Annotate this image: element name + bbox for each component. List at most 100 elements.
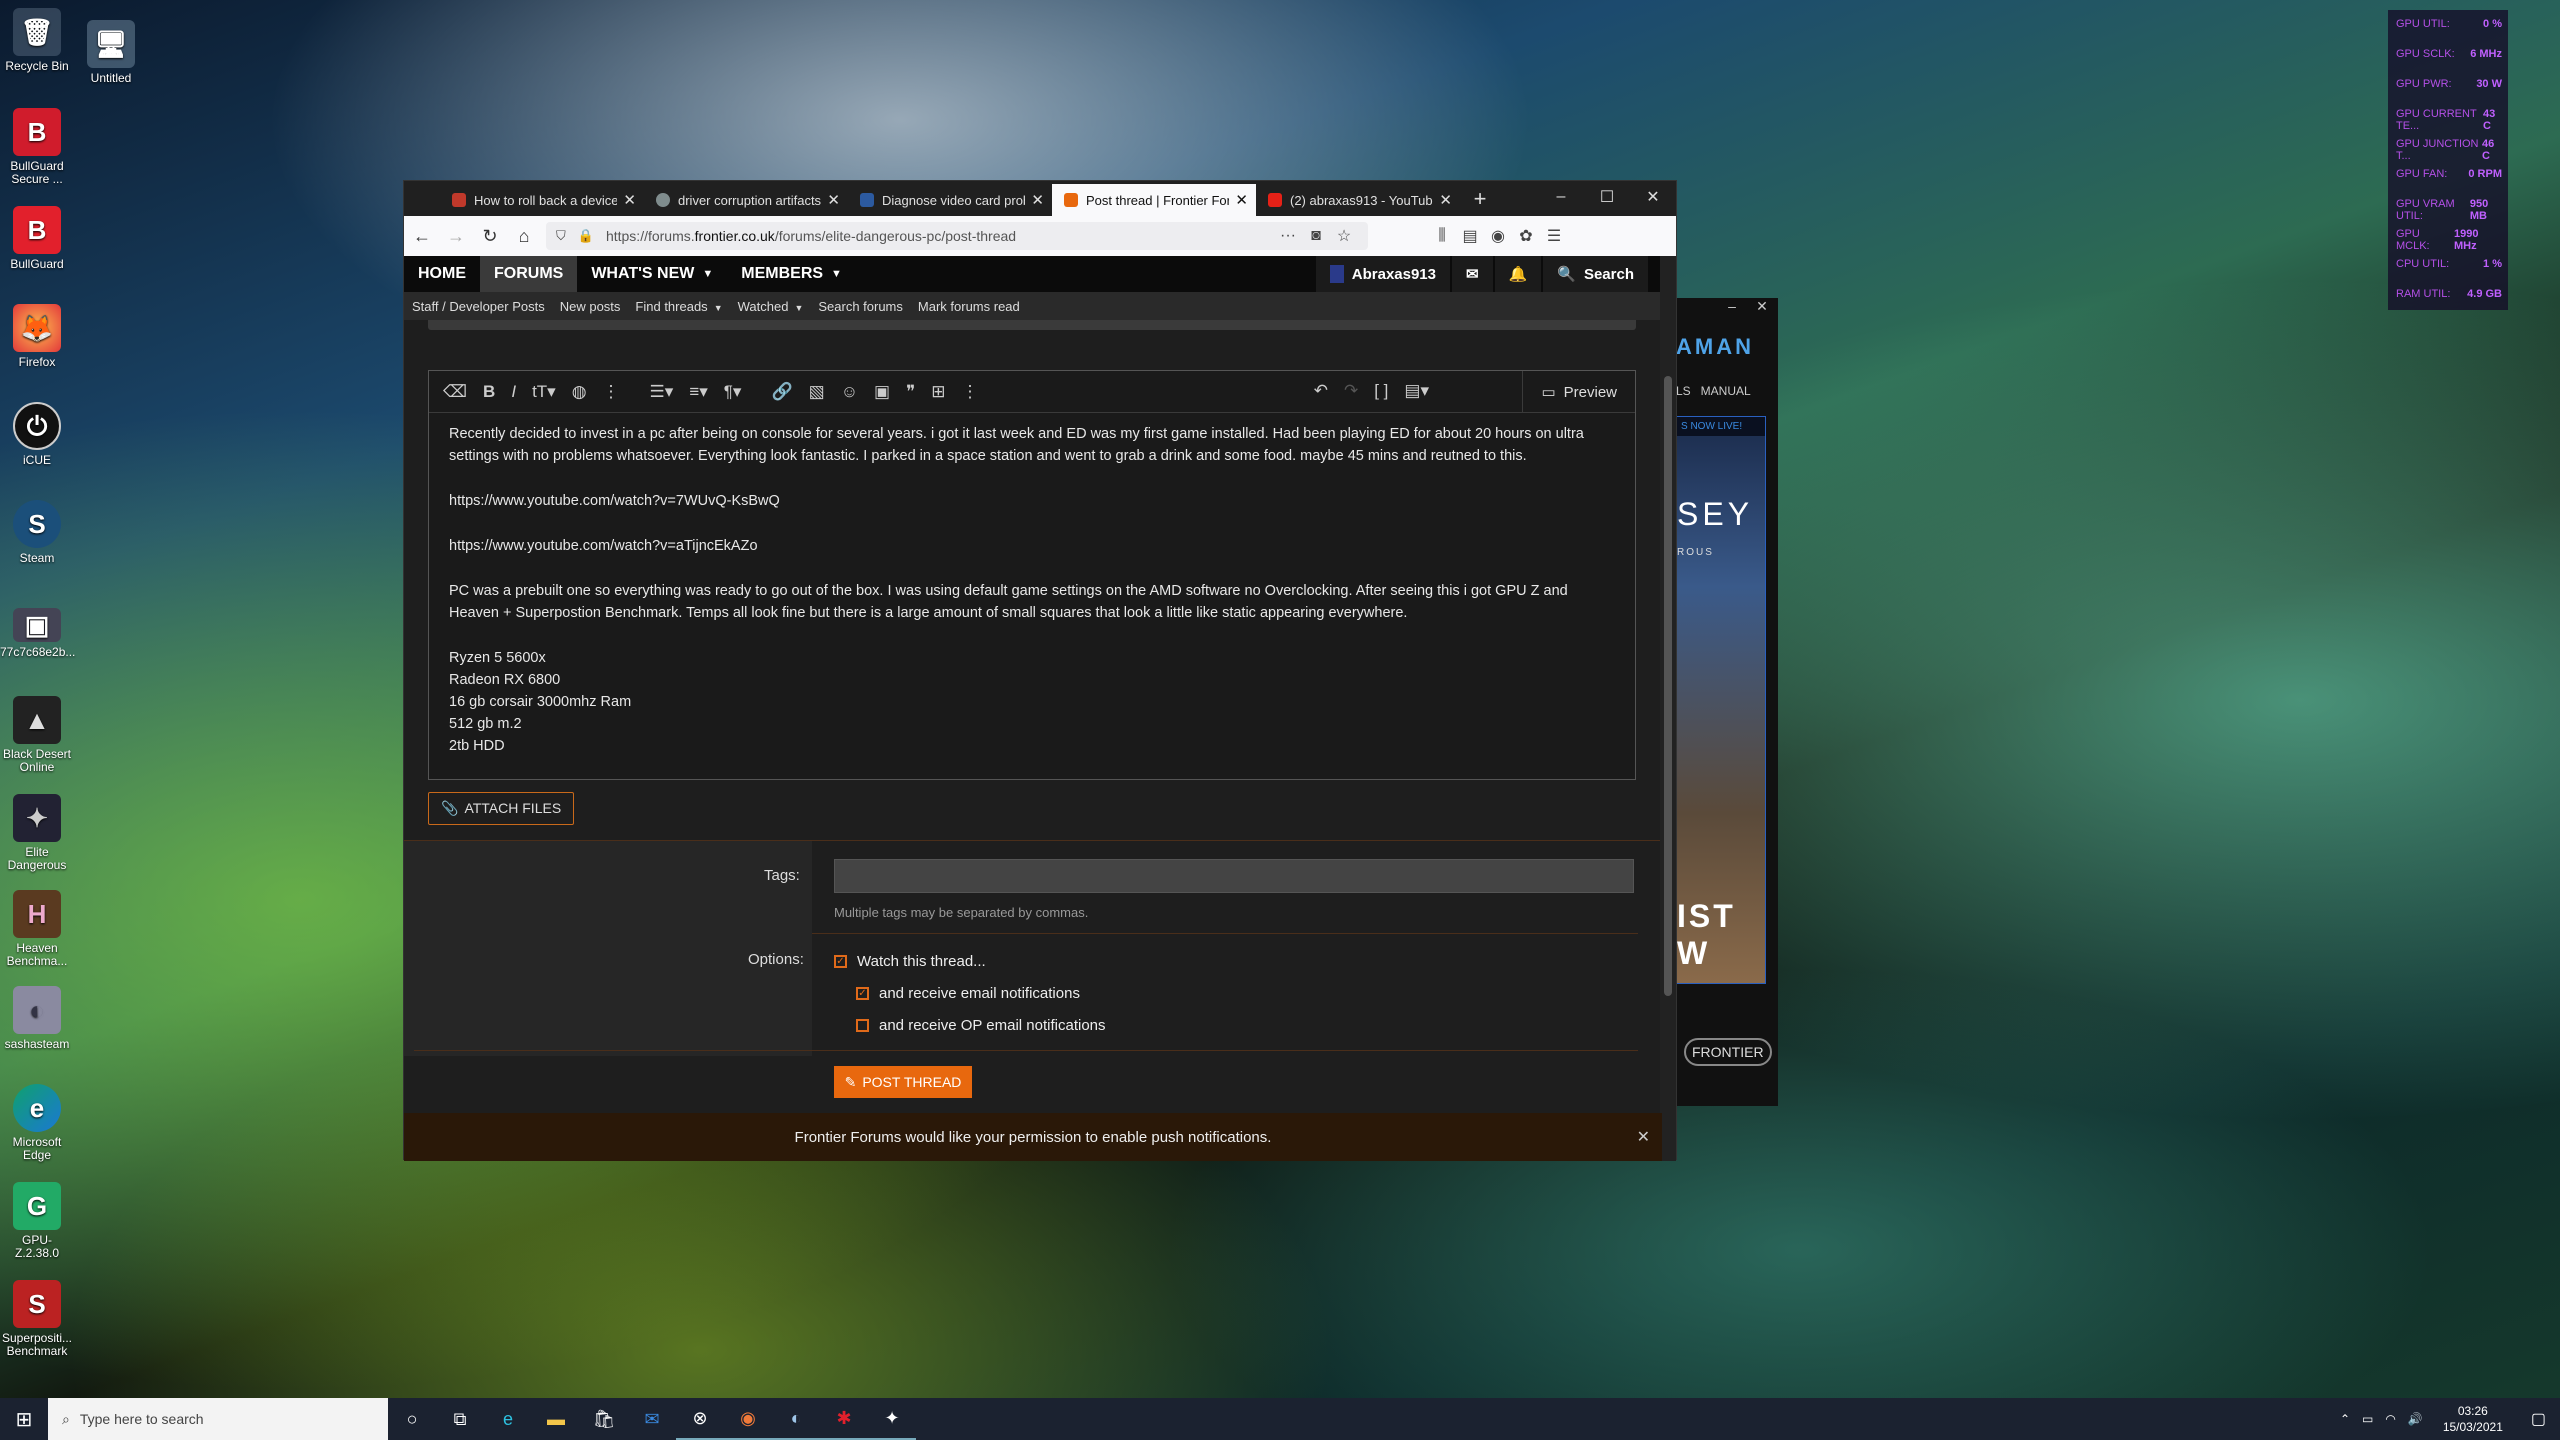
media-icon[interactable]: ▣ xyxy=(874,382,890,402)
firefox-icon[interactable]: ◉ xyxy=(724,1398,772,1440)
pocket-icon[interactable]: ◙ xyxy=(1302,227,1330,245)
launcher-banner[interactable]: S NOW LIVE! SEY ROUS IST W xyxy=(1676,416,1766,984)
subnav-find-threads[interactable]: Find threads ▼ xyxy=(635,299,722,314)
option-op-email-notifications[interactable]: and receive OP email notifications xyxy=(834,1009,1106,1041)
library-icon[interactable]: ⫼ xyxy=(1428,227,1456,245)
menu-icon[interactable]: ☰ xyxy=(1540,226,1568,246)
nav-members[interactable]: MEMBERS ▼ xyxy=(727,256,856,292)
text-size-icon[interactable]: tT▾ xyxy=(532,382,556,402)
windows-start-button[interactable]: ⊞ xyxy=(0,1407,48,1432)
undo-icon[interactable]: ↶ xyxy=(1314,381,1328,401)
checkbox-checked-icon[interactable]: ✓ xyxy=(856,986,869,1000)
tab-driver-corruption[interactable]: driver corruption artifacts ✕ xyxy=(644,184,848,216)
close-icon[interactable]: ✕ xyxy=(1031,191,1044,209)
close-icon[interactable]: ✕ xyxy=(1235,191,1248,209)
tab-post-thread[interactable]: Post thread | Frontier Foru ✕ xyxy=(1052,184,1256,216)
home-button[interactable]: ⌂ xyxy=(508,220,540,252)
back-button[interactable]: ← xyxy=(406,220,438,252)
account-icon[interactable]: ◉ xyxy=(1484,226,1512,246)
cortana-icon[interactable]: ○ xyxy=(388,1398,436,1440)
desktop-icon-gpu-z[interactable]: G GPU-Z.2.38.0 xyxy=(0,1182,74,1260)
subnav-mark-read[interactable]: Mark forums read xyxy=(918,299,1020,314)
desktop-icon-firefox[interactable]: 🦊 Firefox xyxy=(0,304,74,369)
forward-button[interactable]: → xyxy=(440,220,472,252)
desktop-icon-untitled[interactable]: 🖥 Untitled xyxy=(74,20,148,85)
desktop-icon-image-file[interactable]: ▣ 77c7c68e2b... xyxy=(0,608,75,659)
bold-icon[interactable]: B xyxy=(483,382,495,402)
desktop-icon-edge[interactable]: e Microsoft Edge xyxy=(0,1084,74,1162)
bookmark-star-icon[interactable]: ☆ xyxy=(1330,226,1358,246)
checkbox-checked-icon[interactable]: ✓ xyxy=(834,954,847,968)
drafts-icon[interactable]: ▤▾ xyxy=(1404,381,1429,401)
volume-icon[interactable]: 🔊 xyxy=(2408,1412,2423,1426)
desktop-icon-bullguard[interactable]: B BullGuard xyxy=(0,206,74,271)
tab-roll-back-driver[interactable]: How to roll back a device d ✕ xyxy=(440,184,644,216)
tags-input[interactable] xyxy=(834,859,1634,893)
align-icon[interactable]: ≡▾ xyxy=(689,382,707,402)
close-icon[interactable]: ✕ xyxy=(1637,1127,1650,1147)
option-email-notifications[interactable]: ✓ and receive email notifications xyxy=(834,977,1106,1009)
desktop-icon-icue[interactable]: ⏻ iCUE xyxy=(0,402,74,467)
desktop-icon-elite-dangerous[interactable]: ✦ Elite Dangerous xyxy=(0,794,74,872)
attach-files-button[interactable]: 📎 ATTACH FILES xyxy=(428,792,575,825)
subnav-new-posts[interactable]: New posts xyxy=(560,299,621,314)
bullguard-icon[interactable]: ✱ xyxy=(820,1398,868,1440)
checkbox-unchecked-icon[interactable] xyxy=(856,1018,869,1032)
shield-icon[interactable]: ⛉ xyxy=(556,228,566,244)
network-icon[interactable]: ▭ xyxy=(2362,1412,2373,1426)
nav-home[interactable]: HOME xyxy=(404,256,480,292)
table-icon[interactable]: ⊞ xyxy=(931,382,945,402)
page-scrollbar[interactable] xyxy=(1660,256,1676,1161)
file-explorer-icon[interactable]: ▬ xyxy=(532,1398,580,1440)
post-thread-button[interactable]: ✎ POST THREAD xyxy=(834,1066,972,1098)
smiley-icon[interactable]: ☺ xyxy=(841,382,858,402)
alerts-button[interactable]: 🔔 xyxy=(1494,256,1542,292)
close-icon[interactable]: ✕ xyxy=(623,191,636,209)
message-editor[interactable]: ⌫ B I tT▾ ◍ ⋮ ☰▾ ≡▾ ¶▾ 🔗 ▧ ☺ ▣ ❞ ⊞ ⋮ ↶ ↷ xyxy=(428,370,1636,780)
list-icon[interactable]: ☰▾ xyxy=(650,382,674,402)
reload-button[interactable]: ↻ xyxy=(474,220,506,252)
store-icon[interactable]: 🛍 xyxy=(580,1398,628,1440)
minimize-icon[interactable]: – xyxy=(1728,298,1736,322)
quote-icon[interactable]: ❞ xyxy=(906,382,915,402)
title-input-edge[interactable] xyxy=(428,320,1636,330)
link-icon[interactable]: 🔗 xyxy=(771,382,792,402)
taskbar-search-input[interactable]: ⌕ Type here to search xyxy=(48,1398,388,1440)
desktop-icon-heaven-benchmark[interactable]: H Heaven Benchma... xyxy=(0,890,74,968)
task-view-icon[interactable]: ⧉ xyxy=(436,1398,484,1440)
new-tab-button[interactable]: + xyxy=(1460,184,1500,216)
palette-icon[interactable]: ◍ xyxy=(572,382,587,402)
tab-diagnose-video-card[interactable]: Diagnose video card proble ✕ xyxy=(848,184,1052,216)
maximize-button[interactable]: ☐ xyxy=(1584,181,1630,213)
option-watch-thread[interactable]: ✓ Watch this thread... xyxy=(834,945,1106,977)
desktop-icon-black-desert[interactable]: ▲ Black Desert Online xyxy=(0,696,74,774)
address-bar[interactable]: ⛉ 🔒 https://forums. frontier.co.uk/forums… xyxy=(546,222,1368,250)
desktop-icon-steam[interactable]: S Steam xyxy=(0,500,74,565)
scrollbar-thumb[interactable] xyxy=(1664,376,1672,996)
more-vertical-icon[interactable]: ⋮ xyxy=(962,382,979,402)
desktop-icon-bullguard-secure[interactable]: B BullGuard Secure ... xyxy=(0,108,74,186)
search-button[interactable]: 🔍 Search xyxy=(1543,256,1648,292)
lock-icon[interactable]: 🔒 xyxy=(578,228,594,244)
nav-forums[interactable]: FORUMS xyxy=(480,256,578,292)
desktop-icon-superposition[interactable]: S Superpositi... Benchmark xyxy=(0,1280,74,1358)
browser-window[interactable]: How to roll back a device d ✕ driver cor… xyxy=(403,180,1677,1161)
italic-icon[interactable]: I xyxy=(511,382,516,402)
tab-youtube[interactable]: (2) abraxas913 - YouTube ✕ xyxy=(1256,184,1460,216)
xbox-icon[interactable]: ⊗ xyxy=(676,1398,724,1440)
image-icon[interactable]: ▧ xyxy=(809,382,825,402)
message-body[interactable]: Recently decided to invest in a pc after… xyxy=(429,413,1635,767)
user-menu[interactable]: Abraxas913 xyxy=(1315,256,1450,292)
eraser-icon[interactable]: ⌫ xyxy=(443,382,467,402)
edge-icon[interactable]: e xyxy=(484,1398,532,1440)
launcher-window[interactable]: – ✕ AMAN LS MANUAL S NOW LIVE! SEY ROUS … xyxy=(1672,298,1778,1106)
launcher-links[interactable]: LS MANUAL xyxy=(1676,384,1751,398)
redo-icon[interactable]: ↷ xyxy=(1344,381,1358,401)
subnav-staff-posts[interactable]: Staff / Developer Posts xyxy=(412,299,545,314)
mail-icon[interactable]: ✉ xyxy=(628,1398,676,1440)
steam-icon[interactable]: ◐ xyxy=(772,1398,820,1440)
wifi-icon[interactable]: ◠ xyxy=(2385,1412,2395,1426)
close-window-button[interactable]: ✕ xyxy=(1630,181,1676,213)
paragraph-icon[interactable]: ¶▾ xyxy=(724,382,742,402)
subnav-search-forums[interactable]: Search forums xyxy=(818,299,903,314)
